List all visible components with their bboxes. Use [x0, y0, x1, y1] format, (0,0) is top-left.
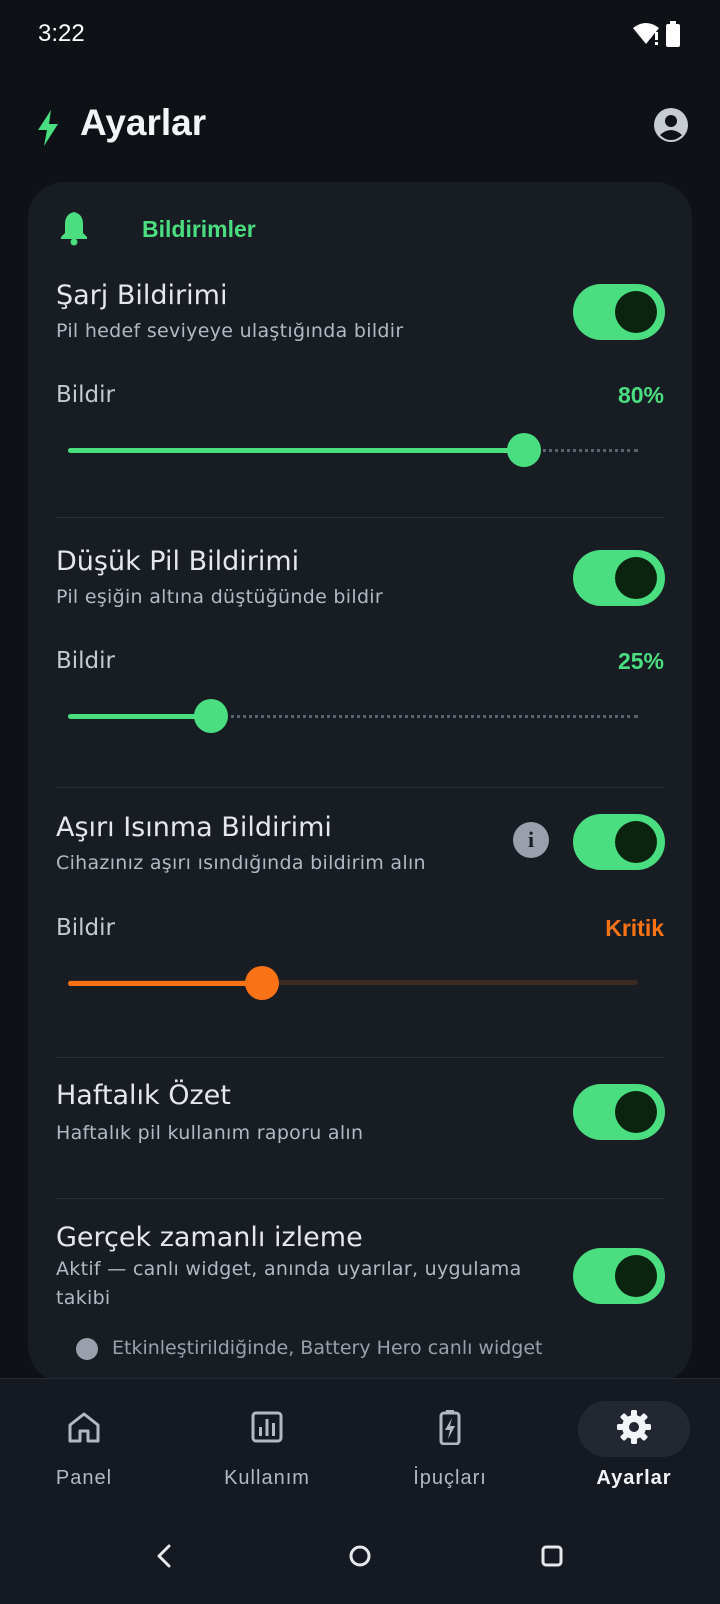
- slider-thumb[interactable]: [193, 699, 228, 733]
- divider: [56, 787, 664, 788]
- home-circle-icon[interactable]: [340, 1536, 380, 1576]
- notifications-card: Bildirimler Şarj Bildirimi Pil hedef sev…: [28, 182, 692, 1382]
- toggle-knob: [615, 557, 657, 599]
- slider-thumb[interactable]: [244, 966, 279, 1000]
- toggle-knob: [615, 1255, 657, 1297]
- toggle-knob: [615, 1091, 657, 1133]
- nav-item-tips[interactable]: İpuçları: [366, 1379, 546, 1499]
- weekly-summary-subtitle: Haftalık pil kullanım raporu alın: [56, 1122, 364, 1144]
- charge-notification-title: Şarj Bildirimi: [56, 280, 228, 311]
- nav-item-settings[interactable]: Ayarlar: [550, 1379, 720, 1499]
- status-bar: 3:22: [0, 0, 720, 72]
- footnote: Etkinleştirildiğinde, Battery Hero canlı…: [76, 1337, 543, 1360]
- weekly-summary-title: Haftalık Özet: [56, 1080, 231, 1111]
- toggle-knob: [615, 291, 657, 333]
- battery-charging-icon: [439, 1410, 461, 1445]
- battery-icon: [666, 21, 680, 47]
- back-icon[interactable]: [145, 1536, 185, 1576]
- divider: [56, 517, 664, 518]
- system-nav-bar: [0, 1508, 720, 1604]
- weekly-summary-toggle[interactable]: [573, 1084, 665, 1140]
- status-time: 3:22: [38, 20, 85, 47]
- app-header: Ayarlar: [0, 92, 720, 164]
- info-icon[interactable]: i: [513, 822, 549, 858]
- overheat-subtitle: Cihazınız aşırı ısındığında bildirim alı…: [56, 852, 426, 874]
- charge-notification-subtitle: Pil hedef seviyeye ulaştığında bildir: [56, 320, 404, 342]
- nav-item-panel[interactable]: Panel: [0, 1379, 180, 1499]
- overheat-slider-label: Bildir: [56, 915, 116, 941]
- footnote-text: Etkinleştirildiğinde, Battery Hero canlı…: [112, 1337, 543, 1359]
- info-dot-icon: [76, 1337, 98, 1360]
- low-battery-title: Düşük Pil Bildirimi: [56, 546, 300, 577]
- low-battery-slider[interactable]: [68, 699, 638, 733]
- charge-slider-label: Bildir: [56, 382, 116, 408]
- realtime-monitoring-subtitle: Aktif — canlı widget, anında uyarılar, u…: [56, 1258, 522, 1309]
- page-title: Ayarlar: [80, 102, 207, 143]
- nav-item-usage[interactable]: Kullanım: [183, 1379, 363, 1499]
- nav-label: Ayarlar: [596, 1467, 672, 1489]
- wifi-icon: [633, 23, 659, 45]
- charge-notification-toggle[interactable]: [573, 284, 665, 340]
- bottom-nav: Panel Kullanım İpuçları Ayarlar: [0, 1378, 720, 1508]
- slider-fill: [68, 981, 262, 986]
- chart-icon: [251, 1411, 283, 1443]
- account-circle-icon[interactable]: [653, 107, 689, 143]
- gear-icon: [617, 1410, 651, 1444]
- overheat-slider[interactable]: [68, 966, 638, 1000]
- realtime-monitoring-title: Gerçek zamanlı izleme: [56, 1222, 363, 1253]
- bell-icon: [61, 212, 87, 246]
- charge-slider-value: 80%: [617, 382, 664, 408]
- low-battery-toggle[interactable]: [573, 550, 665, 606]
- divider: [56, 1198, 664, 1199]
- slider-thumb[interactable]: [507, 433, 541, 467]
- overheat-slider-value: Kritik: [605, 915, 664, 941]
- charge-slider[interactable]: [68, 433, 638, 467]
- overheat-title: Aşırı Isınma Bildirimi: [56, 812, 332, 843]
- bolt-icon: [38, 110, 58, 146]
- realtime-monitoring-toggle[interactable]: [573, 1248, 665, 1304]
- overheat-toggle[interactable]: [573, 814, 665, 870]
- section-title: Bildirimler: [142, 216, 256, 242]
- low-battery-slider-value: 25%: [617, 648, 664, 674]
- recents-icon[interactable]: [532, 1536, 572, 1576]
- nav-label: İpuçları: [413, 1467, 487, 1489]
- slider-fill: [68, 714, 211, 719]
- nav-label: Panel: [55, 1467, 113, 1489]
- slider-fill: [68, 448, 524, 453]
- home-icon: [68, 1412, 100, 1443]
- low-battery-subtitle: Pil eşiğin altına düştüğünde bildir: [56, 586, 383, 608]
- toggle-knob: [615, 821, 657, 863]
- low-battery-slider-label: Bildir: [56, 648, 116, 674]
- nav-label: Kullanım: [224, 1467, 310, 1489]
- divider: [56, 1057, 664, 1058]
